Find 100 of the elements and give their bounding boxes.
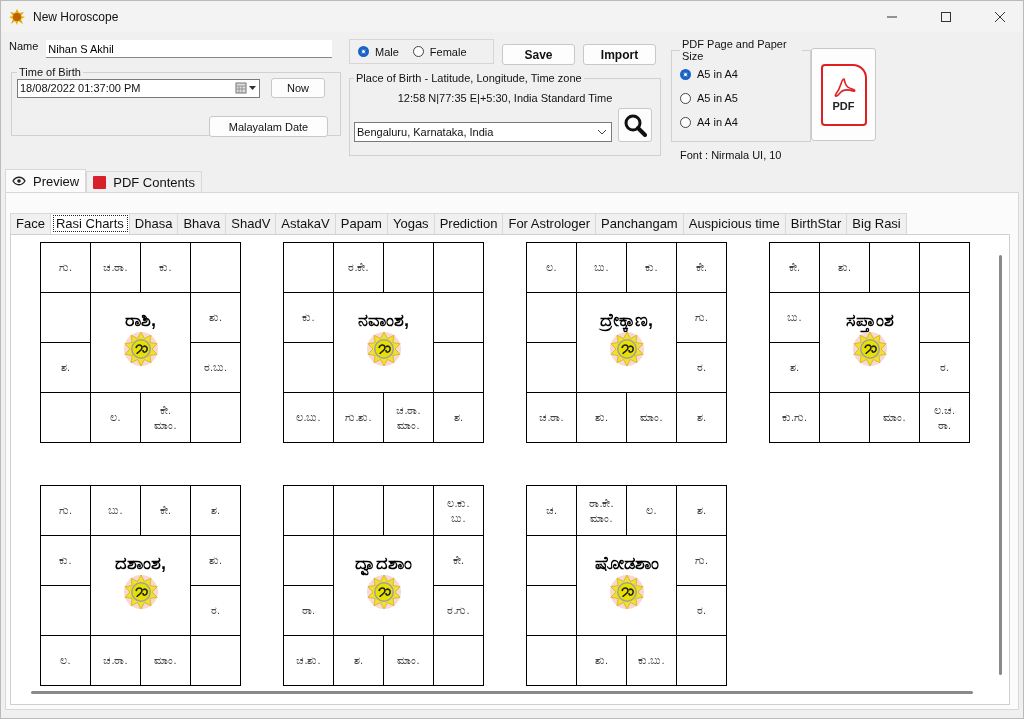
chart-cell: ಲ.ಕು. ಬು.: [434, 486, 484, 536]
chart-cell: ಲ.ಚ. ರಾ.: [920, 393, 970, 443]
tab[interactable]: For Astrologer: [503, 213, 597, 234]
radio-button[interactable]: [680, 92, 691, 104]
maximize-icon[interactable]: [941, 11, 951, 22]
tab[interactable]: PDF Contents: [86, 171, 202, 192]
chart-cell: ಗು.: [677, 536, 727, 586]
eye-icon: [12, 176, 26, 186]
chart-cell: ಬು.: [91, 486, 141, 536]
radio-label[interactable]: A5 in A4: [697, 68, 738, 80]
coordinates-text: 12:58 N|77:35 E|+5:30, India Standard Time: [396, 92, 614, 104]
chart-cell: ಕೇ.: [677, 243, 727, 293]
group-label: Place of Birth - Latitude, Longitude, Time zone: [355, 72, 583, 84]
chart-cell: ಲ.ಬು.: [284, 393, 334, 443]
tab[interactable]: Face: [10, 213, 51, 234]
chart-title: ಸಪ್ತಾಂಶ: [845, 311, 894, 331]
sun-emblem-icon: [365, 330, 402, 367]
chart-cell: ಶು.: [577, 393, 627, 443]
chart-cell: ರ.: [677, 343, 727, 393]
place-dropdown[interactable]: Bengaluru, Karnataka, India: [354, 122, 612, 142]
chart-cell: ಕೇ.: [141, 486, 191, 536]
chart-cell: ಶ.: [677, 486, 727, 536]
chart-title: ದಶಾಂಶ,: [115, 554, 166, 574]
tab[interactable]: AstakaV: [276, 213, 336, 234]
tab[interactable]: Panchangam: [596, 213, 684, 234]
chart-cell: ಚ.ರಾ.: [91, 636, 141, 686]
chart-cell: [191, 636, 241, 686]
radio-label[interactable]: Male: [375, 45, 399, 58]
tab[interactable]: Yogas: [387, 213, 435, 234]
window-title: New Horoscope: [33, 9, 119, 24]
action-button[interactable]: Import: [583, 44, 656, 65]
chart-cell: ಗು.: [677, 293, 727, 343]
chart-cell: ಶ.: [677, 393, 727, 443]
chart-title: ನವಾಂಶ,: [358, 311, 409, 331]
chart-cell: ರ.ಬು.: [191, 343, 241, 393]
chart-cell: ರ.: [191, 586, 241, 636]
chart-cell: ಗು.: [41, 486, 91, 536]
font-label: Font : Nirmala UI, 10: [680, 149, 783, 161]
chart-cell: [434, 636, 484, 686]
chart-cell: ಕೇ. ಮಾಂ.: [141, 393, 191, 443]
tab[interactable]: Rasi Charts: [50, 213, 130, 234]
tab[interactable]: Bhava: [178, 213, 227, 234]
chart-cell: ಕು.ಬು.: [627, 636, 677, 686]
chart-cell: ಕೇ.: [770, 243, 820, 293]
tab[interactable]: Big Rasi: [847, 213, 907, 234]
chart-cell: ಶು.: [191, 536, 241, 586]
tab[interactable]: Auspicious time: [683, 213, 786, 234]
now-button[interactable]: Now: [271, 78, 325, 98]
radio-label[interactable]: Female: [429, 45, 467, 58]
chart-cell: ಚ.ಶು.: [284, 636, 334, 686]
chart-cell: ಗು.: [41, 243, 91, 293]
chart-cell: ಬು.: [577, 243, 627, 293]
tab[interactable]: Papam: [335, 213, 388, 234]
tab[interactable]: Prediction: [434, 213, 504, 234]
sun-emblem-icon: [608, 573, 645, 610]
name-label: Name: [9, 40, 39, 52]
tab[interactable]: Preview: [5, 169, 87, 192]
chevron-down-icon[interactable]: [597, 129, 607, 135]
chart-cell: ಲ.: [527, 243, 577, 293]
chart-cell: ಕು.: [41, 536, 91, 586]
chart-cell: ರ.: [920, 343, 970, 393]
chart-cell: ಶ.: [770, 343, 820, 393]
radio-label[interactable]: A4 in A4: [697, 116, 738, 128]
radio-button[interactable]: [680, 68, 691, 80]
tab[interactable]: Dhasa: [129, 213, 179, 234]
date-time-field[interactable]: 18/08/2022 01:37:00 PM: [17, 78, 260, 98]
close-icon[interactable]: [995, 11, 1005, 22]
chart-cell: ಶು.: [577, 636, 627, 686]
calendar-icon[interactable]: [235, 82, 257, 94]
chart-cell: ಶ.: [434, 393, 484, 443]
chart-cell: ಮಾಂ.: [870, 393, 920, 443]
horizontal-scrollbar[interactable]: [31, 691, 973, 694]
chart-cell: ಬು.: [770, 293, 820, 343]
radio-button[interactable]: [680, 116, 691, 128]
chart-cell: [677, 636, 727, 686]
chart-cell: ಕು.: [627, 243, 677, 293]
pdf-button[interactable]: PDF: [811, 48, 876, 141]
chart-cell: ಶು.: [191, 293, 241, 343]
chart-cell: ಚ.ರಾ. ಮಾಂ.: [384, 393, 434, 443]
search-button[interactable]: [618, 108, 652, 142]
group-label: Time of Birth: [18, 66, 82, 78]
radio-button[interactable]: [412, 46, 424, 57]
malayalam-date-button[interactable]: Malayalam Date: [209, 116, 328, 137]
name-field[interactable]: Nihan S Akhil: [46, 40, 333, 58]
pdf-file-icon: [93, 175, 107, 189]
sun-emblem-icon: [122, 330, 159, 367]
radio-button[interactable]: [358, 46, 369, 57]
radio-label[interactable]: A5 in A5: [697, 92, 738, 104]
chart-cell: ಮಾಂ.: [141, 636, 191, 686]
chart-cell: ಮಾಂ.: [627, 393, 677, 443]
chart-cell: ಶ.: [191, 486, 241, 536]
tab[interactable]: BirthStar: [785, 213, 848, 234]
chart-cell: ಲ.: [91, 393, 141, 443]
chart-cell: ಚ.: [527, 486, 577, 536]
chart-cell: ಶ.: [334, 636, 384, 686]
chart-cell: ಲ.: [627, 486, 677, 536]
tab[interactable]: ShadV: [226, 213, 277, 234]
action-button[interactable]: Save: [502, 44, 575, 65]
chart-cell: ಶು.: [820, 243, 870, 293]
group-label: PDF Page and Paper Size: [681, 38, 788, 62]
